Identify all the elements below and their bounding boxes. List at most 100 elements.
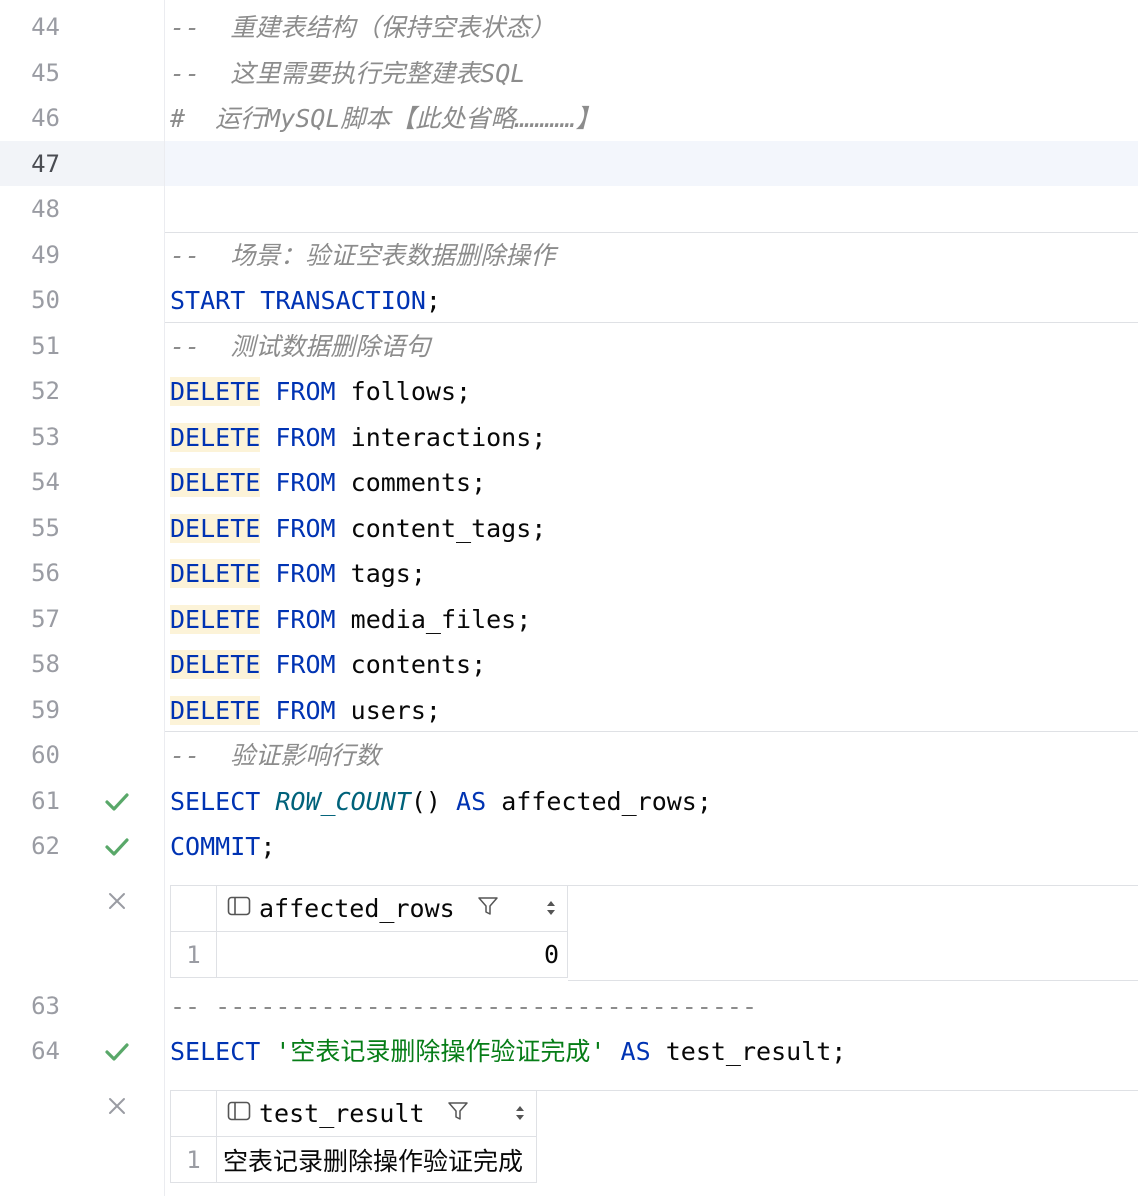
code-line-delete: DELETE FROM interactions; [170,415,546,460]
code-line-select-rowcount: SELECT ROW_COUNT() AS affected_rows; [170,779,712,824]
line-number: 59 [31,696,60,724]
code-line-comment: -- 验证影响行数 [170,741,381,770]
execution-success-icon[interactable] [104,1029,130,1074]
sql-keyword: FROM [275,559,336,588]
line-number: 58 [31,650,60,678]
sql-keyword: DELETE [170,514,261,543]
sql-punctuation: () [410,787,441,816]
code-line-delete: DELETE FROM media_files; [170,597,531,642]
sql-keyword: AS [620,1037,651,1066]
filter-icon[interactable] [477,894,499,923]
line-number: 57 [31,605,60,633]
sql-keyword: SELECT [170,787,261,816]
sql-identifier: comments; [350,468,487,497]
code-line-comment: # 运行MySQL脚本【此处省略…………】 [170,104,601,133]
code-editor[interactable]: -- 重建表结构（保持空表状态） -- 这里需要执行完整建表SQL # 运行My… [165,0,1138,1196]
code-line-comment: -- 重建表结构（保持空表状态） [170,13,556,42]
sort-icon[interactable] [545,894,557,923]
line-number: 62 [31,832,60,860]
sql-keyword: FROM [275,377,336,406]
line-gutter: 44 45 46 47 48 49 50 51 52 53 54 55 56 5… [0,0,165,1196]
code-line-comment: -- 测试数据删除语句 [170,332,431,361]
sql-keyword: DELETE [170,423,261,452]
sql-identifier: media_files; [350,605,532,634]
line-number: 52 [31,377,60,405]
sql-keyword: DELETE [170,377,261,406]
sql-keyword: FROM [275,514,336,543]
line-number: 44 [31,13,60,41]
filter-icon[interactable] [447,1099,469,1128]
column-header-affected-rows[interactable]: affected_rows [216,885,568,932]
line-number-current: 47 [31,150,60,178]
line-number: 46 [31,104,60,132]
grid-corner [170,885,217,932]
sql-identifier: content_tags; [350,514,547,543]
sql-keyword: DELETE [170,696,261,725]
line-number: 60 [31,741,60,769]
result-cell[interactable]: 空表记录删除操作验证完成 [216,1136,537,1183]
sql-identifier: contents; [350,650,487,679]
sql-keyword: COMMIT [170,832,261,861]
code-line-select-result: SELECT '空表记录删除操作验证完成' AS test_result; [170,1029,846,1074]
row-number: 1 [170,931,217,978]
row-number: 1 [170,1136,217,1183]
sql-keyword: FROM [275,423,336,452]
close-result-icon[interactable] [104,886,130,916]
code-line-delete: DELETE FROM tags; [170,551,426,596]
code-line-comment: -- 这里需要执行完整建表SQL [170,59,526,88]
code-line-delete: DELETE FROM content_tags; [170,506,546,551]
grid-corner [170,1090,217,1137]
code-line-delete: DELETE FROM follows; [170,369,471,414]
result-cell[interactable]: 0 [216,931,568,978]
sql-identifier: users; [350,696,441,725]
sql-string: '空表记录删除操作验证完成' [275,1037,606,1066]
result-grid-affected-rows[interactable]: affected_rows 1 0 [170,885,568,978]
sql-identifier: tags; [350,559,426,588]
sql-keyword: START TRANSACTION [170,286,426,315]
code-line-commit: COMMIT; [170,824,275,869]
code-line-delete: DELETE FROM comments; [170,460,486,505]
line-number: 64 [31,1037,60,1065]
line-number: 53 [31,423,60,451]
column-header-test-result[interactable]: test_result [216,1090,537,1137]
column-header-label: test_result [259,1099,425,1128]
line-number: 51 [31,332,60,360]
sql-keyword: SELECT [170,1037,261,1066]
sql-keyword: DELETE [170,468,261,497]
sql-keyword: FROM [275,468,336,497]
sql-punctuation: ; [260,832,276,861]
code-line-start-transaction: START TRANSACTION; [170,278,441,323]
close-result-icon[interactable] [104,1091,130,1121]
code-line-comment: -- 场景：验证空表数据删除操作 [170,241,556,270]
execution-success-icon[interactable] [104,779,130,824]
result-border [536,1090,1138,1091]
code-line-delete: DELETE FROM users; [170,688,441,733]
code-line-comment: -- ------------------------------------ [170,992,757,1021]
line-number: 49 [31,241,60,269]
sql-identifier: test_result; [665,1037,847,1066]
code-line-delete: DELETE FROM contents; [170,642,486,687]
sql-identifier: follows; [350,377,472,406]
sql-identifier: interactions; [350,423,547,452]
sql-function: ROW_COUNT [275,787,411,816]
sql-keyword: FROM [275,696,336,725]
line-number: 56 [31,559,60,587]
line-number: 61 [31,787,60,815]
line-number: 55 [31,514,60,542]
current-line-highlight [165,141,1138,186]
line-number: 54 [31,468,60,496]
sql-keyword: AS [456,787,487,816]
result-border [568,980,1138,981]
column-header-label: affected_rows [259,894,455,923]
line-number: 50 [31,286,60,314]
sql-punctuation: ; [425,286,441,315]
sort-icon[interactable] [514,1099,526,1128]
column-icon [227,1099,251,1128]
result-border [568,885,1138,886]
sql-keyword: DELETE [170,559,261,588]
sql-keyword: DELETE [170,650,261,679]
execution-success-icon[interactable] [104,824,130,869]
sql-keyword: FROM [275,650,336,679]
line-number: 48 [31,195,60,223]
result-grid-test-result[interactable]: test_result 1 空表记录删除操作验证完成 [170,1090,537,1183]
